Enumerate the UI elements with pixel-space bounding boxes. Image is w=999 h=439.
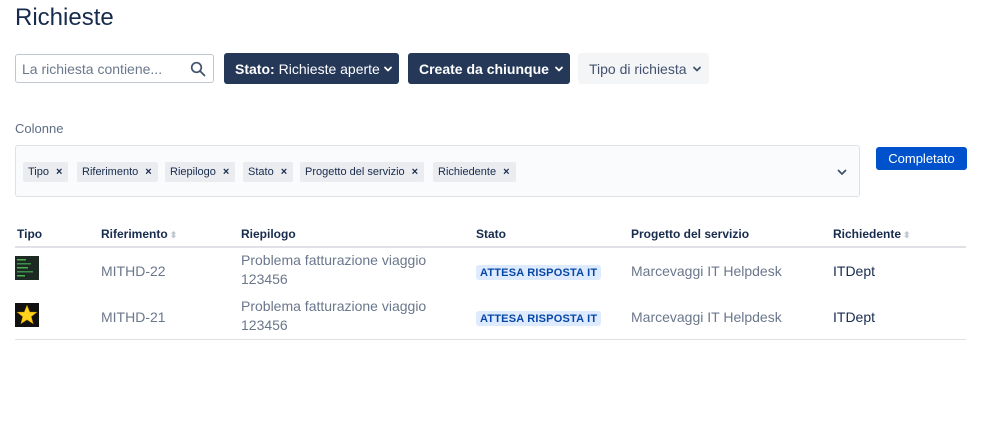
request-type-filter-button[interactable]: Tipo di richiesta: [578, 53, 709, 84]
column-chip-riepilogo: Riepilogo ×: [165, 162, 236, 182]
status-badge: ATTESA RISPOSTA IT: [476, 265, 602, 280]
chevron-down-icon: [555, 66, 563, 72]
summary-text[interactable]: Problema fatturazione viaggio 123456: [241, 251, 441, 289]
stato-filter-value: Richieste aperte: [278, 60, 380, 77]
table-row[interactable]: MITHD-22 Problema fatturazione viaggio 1…: [15, 249, 966, 295]
column-header-riepilogo[interactable]: Riepilogo: [241, 227, 296, 241]
remove-icon[interactable]: ×: [223, 166, 229, 178]
remove-icon[interactable]: ×: [503, 166, 509, 178]
stato-filter-button[interactable]: Stato: Richieste aperte: [224, 53, 399, 84]
summary-text[interactable]: Problema fatturazione viaggio 123456: [241, 297, 441, 335]
status-badge: ATTESA RISPOSTA IT: [476, 311, 602, 326]
done-button[interactable]: Completato: [876, 147, 967, 170]
request-type-filter-label: Tipo di richiesta: [589, 60, 687, 77]
terminal-icon: [15, 256, 39, 280]
reference-link[interactable]: MITHD-21: [101, 309, 166, 325]
service-project-text: Marcevaggi IT Helpdesk: [631, 263, 782, 279]
stato-filter-prefix: Stato:: [235, 60, 275, 77]
service-project-text: Marcevaggi IT Helpdesk: [631, 309, 782, 325]
column-header-riferimento[interactable]: Riferimento ⬍: [101, 227, 177, 241]
reference-link[interactable]: MITHD-22: [101, 263, 166, 279]
table-row[interactable]: MITHD-21 Problema fatturazione viaggio 1…: [15, 295, 966, 341]
status-cell: ATTESA RISPOSTA IT: [476, 263, 602, 280]
column-chip-riferimento: Riferimento ×: [77, 162, 158, 182]
star-icon: [15, 303, 39, 327]
column-chip-progetto: Progetto del servizio ×: [300, 162, 425, 182]
page-title: Richieste: [15, 4, 114, 31]
created-by-dropdown-toggle[interactable]: [548, 53, 570, 84]
search-input[interactable]: [16, 55, 181, 82]
remove-icon[interactable]: ×: [281, 166, 287, 178]
column-chip-tipo: Tipo ×: [23, 162, 69, 182]
requester-text: ITDept: [833, 263, 876, 279]
sort-icon[interactable]: ⬍: [903, 230, 911, 240]
search-icon[interactable]: [190, 61, 206, 77]
columns-label: Colonne: [15, 121, 64, 136]
chevron-down-icon: [384, 66, 392, 72]
table-header-divider: [15, 246, 966, 248]
remove-icon[interactable]: ×: [56, 166, 62, 178]
column-chip-richiedente: Richiedente ×: [433, 162, 516, 182]
column-header-stato[interactable]: Stato: [476, 227, 506, 241]
chevron-down-icon: [693, 66, 701, 72]
remove-icon[interactable]: ×: [145, 166, 151, 178]
column-header-richiedente[interactable]: Richiedente ⬍: [833, 227, 911, 241]
created-by-filter-button[interactable]: Create da chiunque: [408, 53, 570, 84]
remove-icon[interactable]: ×: [412, 166, 418, 178]
chevron-down-icon[interactable]: [837, 167, 847, 177]
status-cell: ATTESA RISPOSTA IT: [476, 309, 602, 326]
column-header-progetto[interactable]: Progetto del servizio: [631, 227, 749, 241]
requester-text: ITDept: [833, 309, 876, 325]
sort-icon[interactable]: ⬍: [170, 230, 178, 240]
columns-selector[interactable]: Tipo × Riferimento × Riepilogo × Stato ×…: [15, 145, 860, 197]
table-bottom-divider: [15, 339, 966, 340]
column-chip-stato: Stato ×: [243, 162, 294, 182]
column-header-tipo[interactable]: Tipo: [17, 227, 42, 241]
search-field[interactable]: [15, 54, 214, 83]
created-by-filter-label: Create da chiunque: [419, 60, 549, 77]
